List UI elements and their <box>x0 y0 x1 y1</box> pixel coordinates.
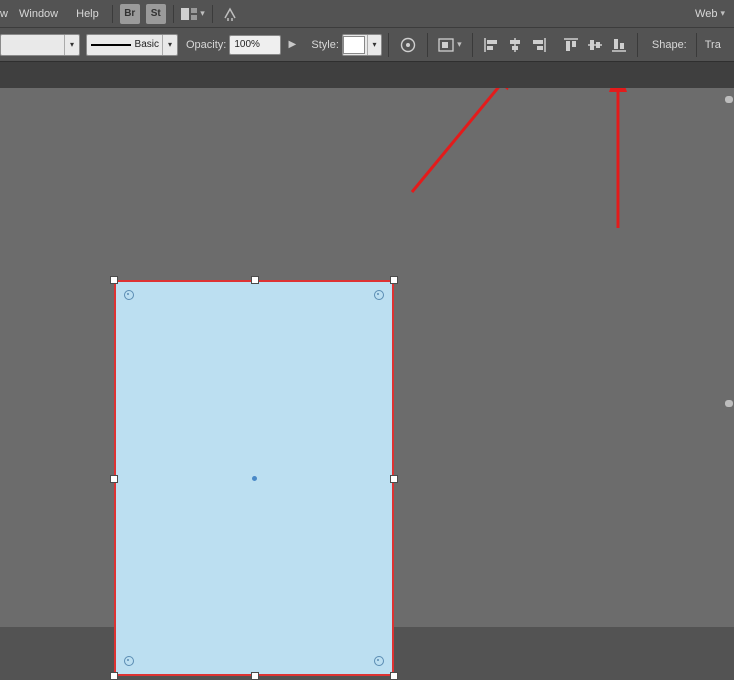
chevron-down-icon: ▾ <box>367 35 381 55</box>
toolbar-separator <box>388 33 389 57</box>
scrollbar-thumb[interactable] <box>725 96 733 103</box>
chevron-down-icon: ▾ <box>162 35 177 55</box>
align-top-icon <box>563 37 579 53</box>
stroke-profile-combo[interactable]: Basic ▾ <box>86 34 178 56</box>
resize-handle-left[interactable] <box>110 475 118 483</box>
resize-handle-top-left[interactable] <box>110 276 118 284</box>
align-bottom-button[interactable] <box>609 35 629 55</box>
align-to-button[interactable]: ▾ <box>437 35 463 55</box>
chevron-down-icon: ▾ <box>457 39 462 50</box>
style-label: Style: <box>311 39 339 51</box>
align-vertical-center-icon <box>587 37 603 53</box>
workspace-label: Web <box>695 8 717 20</box>
style-swatch <box>343 36 365 54</box>
resize-handle-top-right[interactable] <box>390 276 398 284</box>
toolbar-separator <box>637 33 638 57</box>
chevron-down-icon: ▾ <box>720 8 725 19</box>
align-top-button[interactable] <box>561 35 581 55</box>
workspace-switcher[interactable]: Web ▾ <box>686 0 734 27</box>
menu-window[interactable]: Window <box>10 0 67 27</box>
align-right-icon <box>531 37 547 53</box>
align-left-button[interactable] <box>481 35 501 55</box>
align-horizontal-center-button[interactable] <box>505 35 525 55</box>
align-horizontal-center-icon <box>507 37 523 53</box>
toolbar-separator <box>472 33 473 57</box>
stroke-profile-label: Basic <box>135 39 159 50</box>
align-to-icon <box>438 38 454 52</box>
expand-arrow-icon[interactable]: ▶ <box>285 39 299 50</box>
align-bottom-icon <box>611 37 627 53</box>
stock-button[interactable]: St <box>146 4 166 24</box>
canvas-area[interactable] <box>0 88 734 627</box>
opacity-label: Opacity: <box>186 39 226 51</box>
chevron-down-icon: ▾ <box>200 8 205 19</box>
menu-help[interactable]: Help <box>67 0 108 27</box>
resize-handle-bottom[interactable] <box>251 672 259 680</box>
align-vertical-center-button[interactable] <box>585 35 605 55</box>
recolor-artwork-button[interactable] <box>398 35 418 55</box>
toolbar-separator <box>427 33 428 57</box>
rocket-icon <box>222 7 238 21</box>
color-wheel-icon <box>400 37 416 53</box>
bridge-button[interactable]: Br <box>120 4 140 24</box>
transform-truncated-label[interactable]: Tra <box>705 39 721 51</box>
gpu-preview-button[interactable] <box>220 4 240 24</box>
scrollbar-thumb[interactable] <box>725 400 733 407</box>
corner-radius-widget-top-left[interactable] <box>124 290 134 300</box>
style-combo[interactable]: ▾ <box>342 34 382 56</box>
menu-separator <box>112 5 113 23</box>
resize-handle-bottom-right[interactable] <box>390 672 398 680</box>
arrange-documents-icon <box>181 8 197 20</box>
resize-handle-top[interactable] <box>251 276 259 284</box>
corner-radius-widget-top-right[interactable] <box>374 290 384 300</box>
shape-label: Shape: <box>652 39 687 51</box>
vertical-scrollbar[interactable] <box>724 88 734 627</box>
align-right-button[interactable] <box>529 35 549 55</box>
resize-handle-bottom-left[interactable] <box>110 672 118 680</box>
toolbar-separator <box>696 33 697 57</box>
selected-rectangle-shape[interactable] <box>111 277 397 679</box>
menu-truncated: w <box>0 8 10 20</box>
graphic-style-preset[interactable]: ▾ <box>0 34 80 56</box>
document-tab-bar[interactable] <box>0 62 734 91</box>
resize-handle-right[interactable] <box>390 475 398 483</box>
corner-radius-widget-bottom-right[interactable] <box>374 656 384 666</box>
chevron-down-icon: ▾ <box>64 35 79 55</box>
menu-separator <box>212 5 213 23</box>
align-left-icon <box>483 37 499 53</box>
corner-radius-widget-bottom-left[interactable] <box>124 656 134 666</box>
arrange-documents-button[interactable]: ▾ <box>181 5 205 23</box>
shape-center-point[interactable] <box>252 476 257 481</box>
menu-separator <box>173 5 174 23</box>
opacity-field[interactable]: 100% <box>229 35 281 55</box>
stroke-line-preview <box>91 44 131 46</box>
